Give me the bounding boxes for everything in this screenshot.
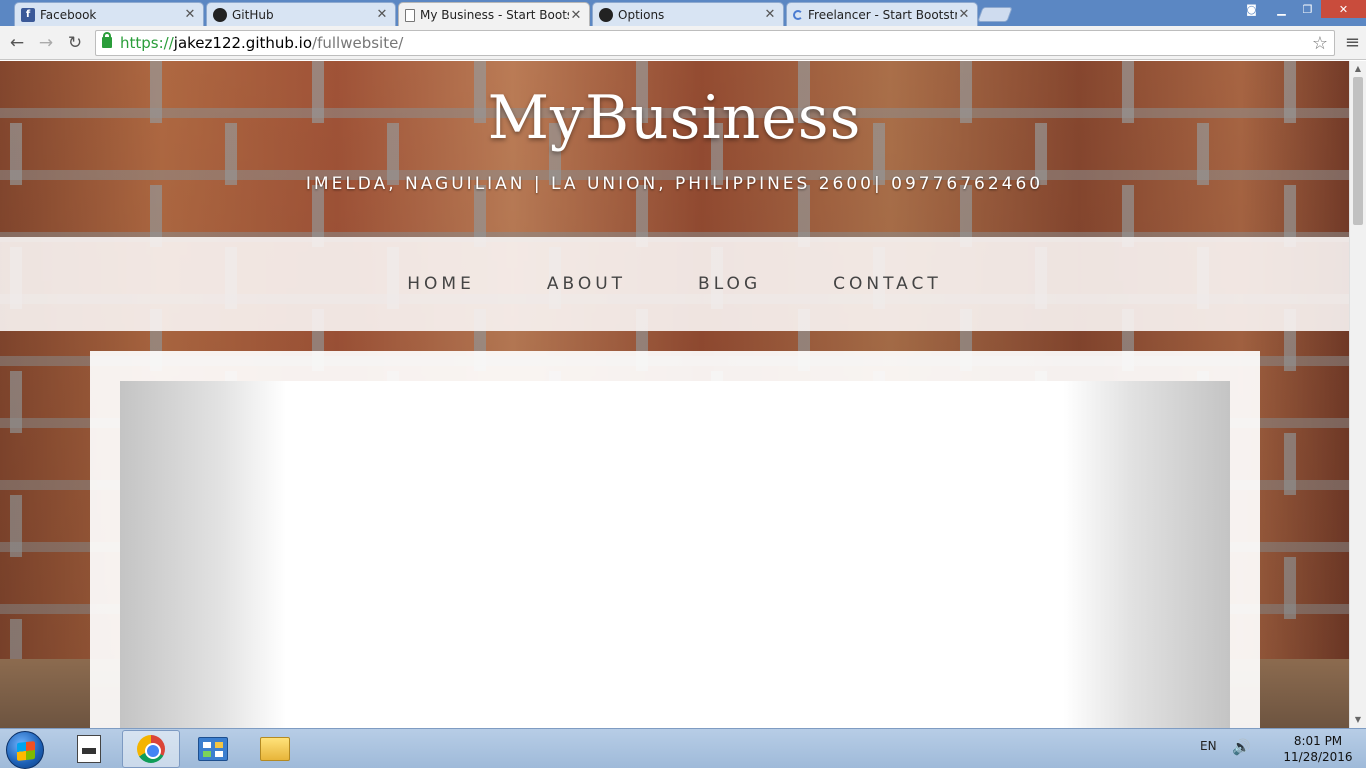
browser-toolbar: ← → ↻ https://jakez122.github.io/fullweb… <box>0 26 1366 60</box>
windows-taskbar: EN 🔊 8:01 PM 11/28/2016 <box>0 728 1366 769</box>
chrome-menu-icon[interactable]: ≡ <box>1345 32 1360 53</box>
close-tab-icon[interactable]: ✕ <box>183 7 197 22</box>
tab-mybusiness[interactable]: My Business - Start Bootst ✕ <box>398 2 590 27</box>
taskbar-chrome[interactable] <box>122 730 180 768</box>
language-indicator[interactable]: EN <box>1200 739 1217 753</box>
reload-icon[interactable]: ↻ <box>64 32 86 54</box>
control-panel-icon <box>198 737 228 761</box>
clock-time: 8:01 PM <box>1293 734 1343 748</box>
loading-icon <box>793 9 803 20</box>
facebook-icon: f <box>21 7 35 22</box>
close-tab-icon[interactable]: ✕ <box>763 7 777 22</box>
document-icon <box>405 8 415 22</box>
content-box <box>90 351 1260 728</box>
nav-about[interactable]: ABOUT <box>511 274 662 294</box>
github-icon <box>599 7 613 22</box>
browser-tabstrip: f Facebook ✕ GitHub ✕ My Business - Star… <box>0 0 1366 27</box>
scroll-down-icon[interactable]: ▼ <box>1350 712 1366 728</box>
tab-title: GitHub <box>232 7 274 22</box>
tab-freelancer[interactable]: Freelancer - Start Bootstra ✕ <box>786 2 978 26</box>
site-navigation: HOME ABOUT BLOG CONTACT <box>0 237 1349 331</box>
bookmark-star-icon[interactable]: ☆ <box>1312 33 1328 54</box>
taskbar-control-panel[interactable] <box>184 730 242 768</box>
page-viewport: MyBusiness IMELDA, NAGUILIAN | LA UNION,… <box>0 61 1349 728</box>
address-bar[interactable]: https://jakez122.github.io/fullwebsite/ … <box>95 30 1335 56</box>
new-tab-button[interactable] <box>977 7 1013 22</box>
github-icon <box>213 7 227 22</box>
tab-options[interactable]: Options ✕ <box>592 2 784 26</box>
url-host: jakez122.github.io <box>173 34 313 52</box>
clock-date: 11/28/2016 <box>1283 750 1353 764</box>
nav-home[interactable]: HOME <box>371 274 511 294</box>
tab-github[interactable]: GitHub ✕ <box>206 2 396 26</box>
window-close-icon[interactable]: ✕ <box>1321 0 1366 18</box>
chrome-icon <box>137 735 165 763</box>
taskbar-explorer[interactable] <box>246 730 304 768</box>
taskbar-notepad[interactable] <box>60 730 118 768</box>
tab-title: Freelancer - Start Bootstra <box>808 7 957 22</box>
document-app-icon <box>77 735 101 763</box>
close-tab-icon[interactable]: ✕ <box>957 7 971 22</box>
tab-title: Options <box>618 7 665 22</box>
site-brand[interactable]: MyBusiness <box>0 83 1349 153</box>
volume-icon[interactable]: 🔊 <box>1232 738 1251 756</box>
back-icon[interactable]: ← <box>6 32 28 54</box>
scroll-up-icon[interactable]: ▲ <box>1350 61 1366 77</box>
site-address-bar: IMELDA, NAGUILIAN | LA UNION, PHILIPPINE… <box>305 174 1044 194</box>
url-scheme: https:// <box>120 34 174 52</box>
tab-title: My Business - Start Bootst <box>420 8 569 22</box>
nav-blog[interactable]: BLOG <box>662 274 797 294</box>
image-carousel[interactable] <box>120 381 1230 728</box>
page-scrollbar[interactable]: ▲ ▼ <box>1349 61 1366 728</box>
scrollbar-thumb[interactable] <box>1353 77 1363 225</box>
tab-facebook[interactable]: f Facebook ✕ <box>14 2 204 26</box>
restore-icon[interactable]: ❐ <box>1294 0 1321 18</box>
windows-logo-icon <box>17 741 35 761</box>
tab-title: Facebook <box>40 7 97 22</box>
secure-lock-icon <box>102 32 112 48</box>
system-clock[interactable]: 8:01 PM 11/28/2016 <box>1278 733 1358 765</box>
folder-icon <box>260 737 290 761</box>
close-tab-icon[interactable]: ✕ <box>375 7 389 22</box>
forward-icon[interactable]: → <box>35 32 57 54</box>
nav-contact[interactable]: CONTACT <box>797 274 978 294</box>
close-tab-icon[interactable]: ✕ <box>569 8 583 23</box>
url-path: /fullwebsite/ <box>312 34 404 52</box>
minimize-icon[interactable]: ▁ <box>1268 0 1295 18</box>
user-profile-icon[interactable]: ◙ <box>1238 0 1265 18</box>
start-button[interactable] <box>6 731 44 769</box>
